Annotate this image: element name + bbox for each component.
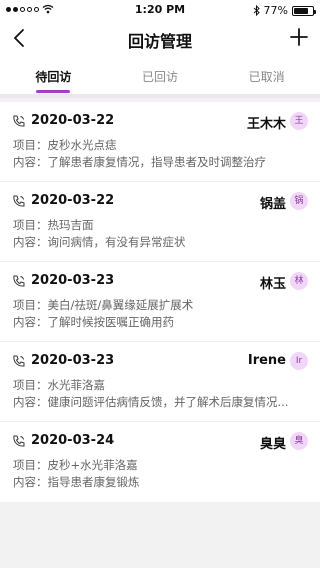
status-right: 77% xyxy=(253,4,316,17)
avatar: 臭 xyxy=(290,432,308,450)
phone-icon xyxy=(13,195,25,207)
visit-date: 2020-03-23 xyxy=(31,273,115,288)
phone-icon xyxy=(13,435,25,447)
visit-date: 2020-03-24 xyxy=(31,433,115,448)
project-text: 项目：热玛吉面 xyxy=(13,218,94,232)
project-text: 项目：皮秒水光点痣 xyxy=(13,138,117,152)
avatar: 锅 xyxy=(290,192,308,210)
plus-icon[interactable] xyxy=(288,26,310,48)
project-text: 项目：美白/祛斑/鼻翼缘延展扩展术 xyxy=(13,298,194,312)
patient-name: 王木木 xyxy=(246,117,286,132)
visit-date: 2020-03-23 xyxy=(31,353,115,368)
content-text: 内容：询问病情，有没有异常症状 xyxy=(13,235,186,249)
status-bar: 1:20 PM 77% xyxy=(0,0,320,20)
avatar: 王 xyxy=(290,112,308,130)
patient-name: 臭臭 xyxy=(259,437,286,452)
content-text: 内容：健康问题评估病情反馈，并了解术后康复情况... xyxy=(13,395,289,409)
divider xyxy=(0,94,320,98)
tab-bar: 待回访 已回访 已取消 xyxy=(0,56,320,94)
visit-date: 2020-03-22 xyxy=(31,113,115,128)
list-item[interactable]: 2020-03-22 锅盖 锅 项目：热玛吉面 内容：询问病情，有没有异常症状 xyxy=(0,182,320,262)
followup-list: 2020-03-22 王木木 王 项目：皮秒水光点痣 内容：了解患者康复情况，指… xyxy=(0,102,320,502)
tab-cancelled[interactable]: 已取消 xyxy=(213,56,320,94)
page-title: 回访管理 xyxy=(127,32,192,51)
battery-icon xyxy=(292,5,316,16)
project-text: 项目：皮秒+水光菲洛嘉 xyxy=(13,458,138,472)
project-text: 项目：水光菲洛嘉 xyxy=(13,378,105,392)
list-item[interactable]: 2020-03-22 王木木 王 项目：皮秒水光点痣 内容：了解患者康复情况，指… xyxy=(0,102,320,182)
avatar: Ir xyxy=(290,352,308,370)
bluetooth-icon xyxy=(253,5,260,16)
list-item[interactable]: 2020-03-23 Irene Ir 项目：水光菲洛嘉 内容：健康问题评估病情… xyxy=(0,342,320,422)
phone-icon xyxy=(13,355,25,367)
battery-percent: 77% xyxy=(263,4,288,17)
phone-icon xyxy=(13,275,25,287)
patient-name: 林玉 xyxy=(259,277,286,292)
list-item[interactable]: 2020-03-24 臭臭 臭 项目：皮秒+水光菲洛嘉 内容：指导患者康复锻炼 xyxy=(0,422,320,502)
visit-date: 2020-03-22 xyxy=(31,193,115,208)
nav-bar: 回访管理 xyxy=(0,20,320,56)
content-text: 内容：了解时候按医嘱正确用药 xyxy=(13,315,174,329)
tab-pending[interactable]: 待回访 xyxy=(0,56,107,94)
avatar: 林 xyxy=(290,272,308,290)
patient-name: Irene xyxy=(247,353,286,368)
content-text: 内容：了解患者康复情况，指导患者及时调整治疗 xyxy=(13,155,266,169)
list-item[interactable]: 2020-03-23 林玉 林 项目：美白/祛斑/鼻翼缘延展扩展术 内容：了解时… xyxy=(0,262,320,342)
content-text: 内容：指导患者康复锻炼 xyxy=(13,475,140,489)
phone-icon xyxy=(13,115,25,127)
patient-name: 锅盖 xyxy=(259,197,286,212)
tab-visited[interactable]: 已回访 xyxy=(107,56,214,94)
